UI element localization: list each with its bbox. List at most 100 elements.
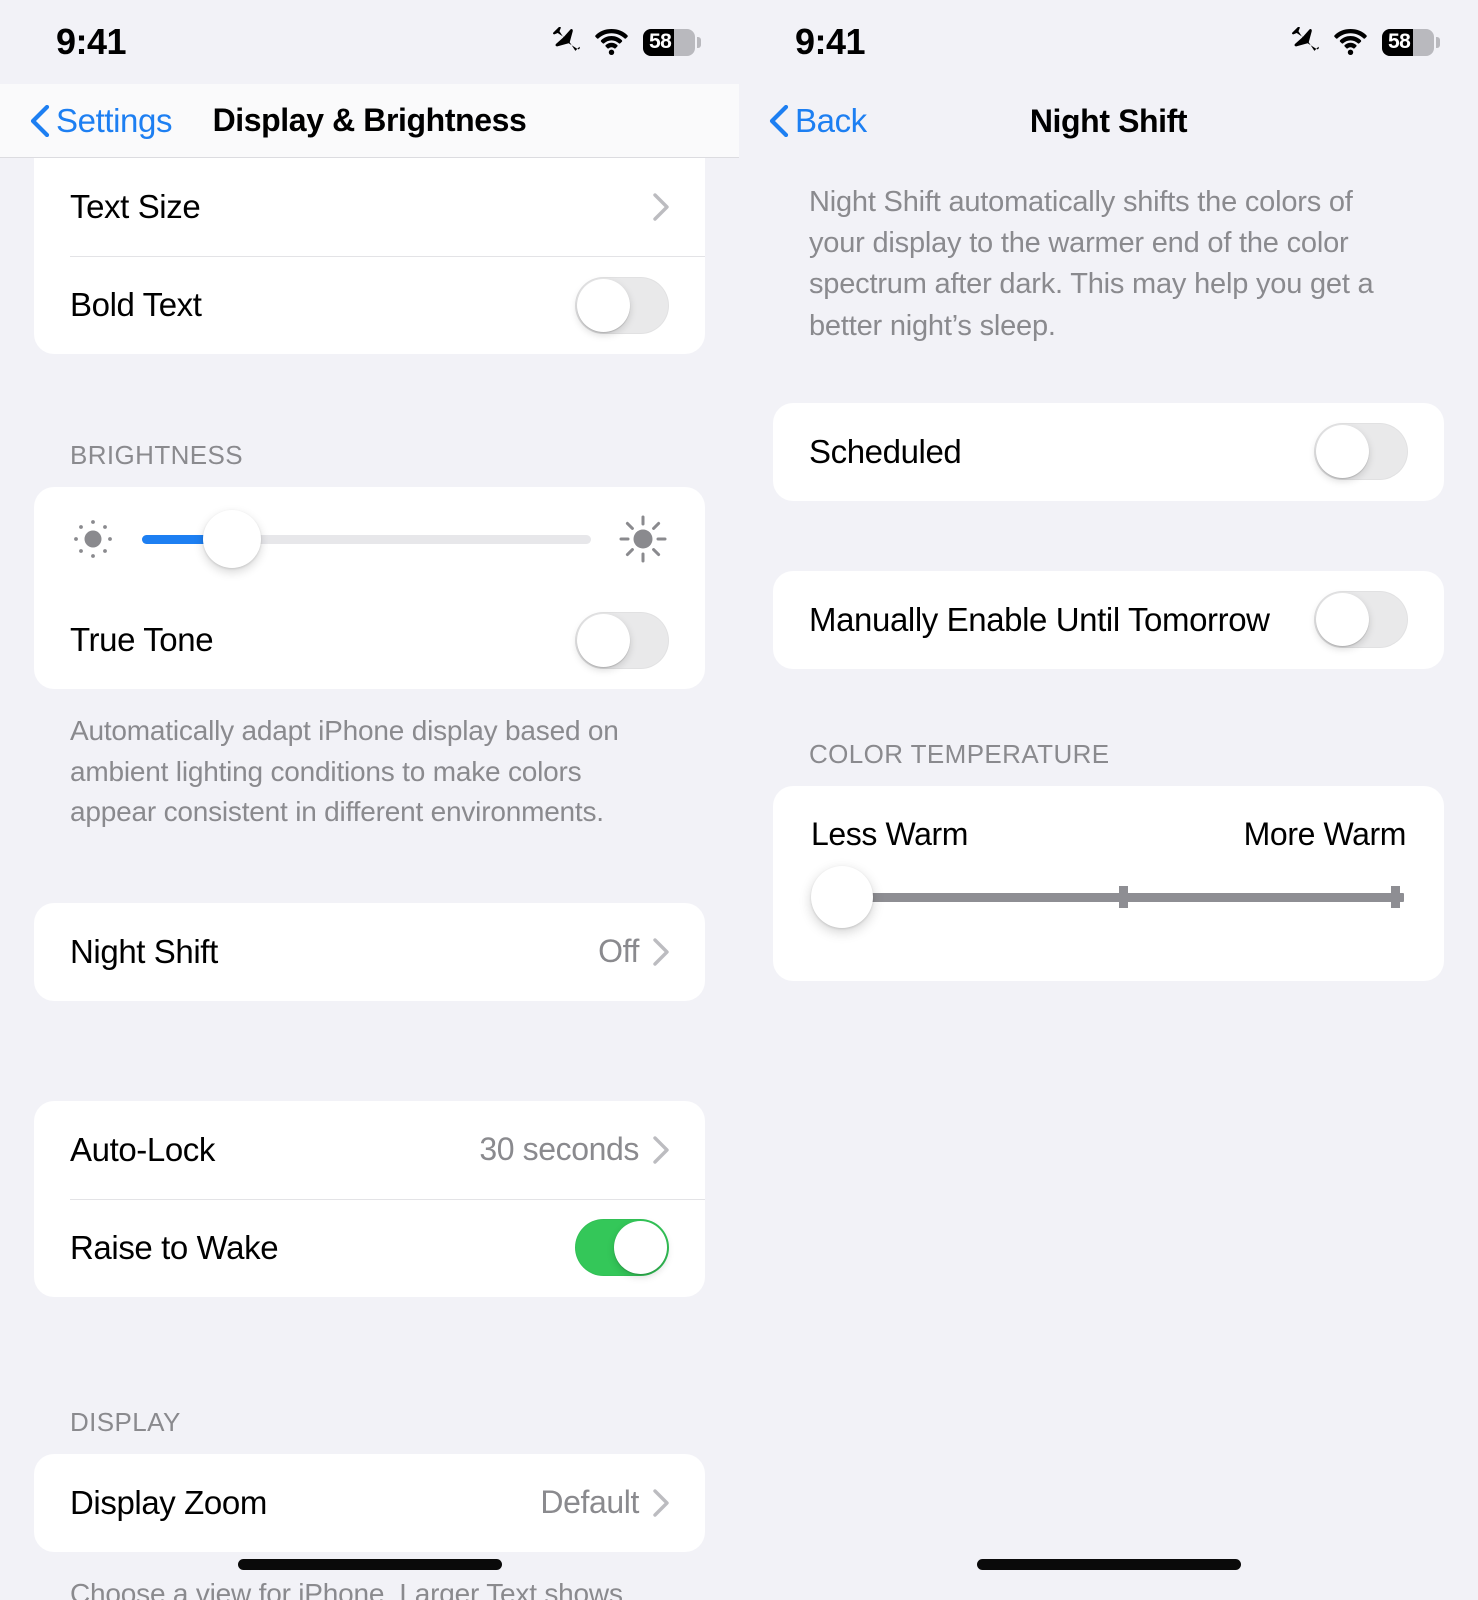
toggle-knob [1316,593,1369,647]
night-shift-value: Off [598,933,639,970]
sun-large-icon [619,515,667,563]
scheduled-card-highlight: Scheduled [773,402,1444,501]
battery-icon: 58 [1382,28,1440,56]
back-button[interactable]: Back [769,102,867,140]
status-bar-icons: 58 [548,27,701,57]
scheduled-label: Scheduled [809,432,962,470]
text-size-accessory [653,193,669,221]
color-temperature-labels: Less Warm More Warm [807,816,1410,853]
airplane-mode-icon [553,27,580,51]
row-bold-text[interactable]: Bold Text [34,256,705,354]
status-bar-icons: 58 [1287,27,1440,57]
manually-enable-toggle[interactable] [1314,591,1408,649]
toggle-knob [1316,425,1369,479]
toggle-knob [577,613,630,667]
slider-tick-mid [1118,886,1128,909]
night-shift-description: Night Shift automatically shifts the col… [809,186,1374,342]
airplane-mode-icon [1292,27,1319,51]
night-shift-screen: 9:41 58 Back Night Shift Night Shift aut… [739,0,1478,1600]
color-temperature-track [841,886,1404,909]
scheduled-toggle[interactable] [1314,423,1408,481]
status-bar-clock: 9:41 [56,21,127,62]
night-shift-content: Night Shift automatically shifts the col… [739,158,1478,981]
chevron-left-icon [769,105,789,137]
display-zoom-accessory: Default [540,1484,669,1521]
chevron-right-icon [653,193,669,221]
wifi-icon [1334,29,1367,55]
less-warm-label: Less Warm [811,815,969,852]
row-display-zoom[interactable]: Display Zoom Default [34,1454,705,1552]
bold-text-toggle[interactable] [575,276,669,334]
display-brightness-screen: 9:41 58 Settings Display & Brightness Te… [0,0,739,1600]
row-night-shift[interactable]: Night Shift Off [34,903,705,1001]
display-zoom-value: Default [540,1484,639,1521]
sun-small-icon [74,520,112,558]
true-tone-footer-text: Automatically adapt iPhone display based… [70,715,619,828]
back-button-settings[interactable]: Settings [30,102,172,140]
display-section-header: DISPLAY [70,1406,181,1437]
brightness-slider[interactable] [142,510,591,568]
slider-tick-end [1391,886,1400,909]
color-temperature-slider[interactable] [807,865,1410,928]
true-tone-label: True Tone [70,621,214,658]
true-tone-toggle[interactable] [575,611,669,669]
status-bar-clock: 9:41 [795,21,866,62]
raise-to-wake-toggle[interactable] [575,1219,669,1277]
raise-to-wake-label: Raise to Wake [70,1228,279,1266]
row-true-tone[interactable]: True Tone [34,591,705,689]
color-temperature-section-header: COLOR TEMPERATURE [809,738,1110,769]
row-text-size[interactable]: Text Size [34,158,705,256]
settings-scroll-content: Text Size Bold Text BRIGHTNESS True Tone… [0,158,739,1600]
brightness-section-header: BRIGHTNESS [70,440,244,470]
chevron-right-icon [653,1489,669,1517]
night-shift-card-highlight: Night Shift Off [34,902,705,1001]
more-warm-label: More Warm [1243,815,1407,852]
chevron-right-icon [653,1136,669,1164]
toggle-knob [614,1221,667,1275]
status-bar: 9:41 58 [0,0,739,84]
battery-percent-label: 58 [1388,30,1411,53]
battery-percent-label: 58 [649,30,672,53]
color-temperature-control: Less Warm More Warm [773,786,1444,981]
night-shift-accessory: Off [598,933,669,970]
auto-lock-value: 30 seconds [479,1131,639,1168]
dual-screenshot-container: 9:41 58 Settings Display & Brightness Te… [0,0,1478,1600]
text-settings-card: Text Size Bold Text [34,158,705,354]
wifi-icon [595,29,628,55]
brightness-slider-knob[interactable] [202,510,261,568]
manually-enable-label: Manually Enable Until Tomorrow [809,600,1270,638]
row-auto-lock[interactable]: Auto-Lock 30 seconds [34,1101,705,1199]
row-brightness-slider [34,487,705,591]
display-zoom-label: Display Zoom [70,1483,267,1521]
row-scheduled[interactable]: Scheduled [773,403,1444,501]
toggle-knob [577,278,630,332]
status-bar: 9:41 58 [739,0,1478,84]
bold-text-label: Bold Text [70,286,202,323]
navigation-bar: Settings Display & Brightness [0,84,739,158]
row-raise-to-wake[interactable]: Raise to Wake [34,1198,705,1297]
lock-settings-card: Auto-Lock 30 seconds Raise to Wake [34,1100,705,1297]
auto-lock-label: Auto-Lock [70,1130,215,1168]
manual-enable-card-highlight: Manually Enable Until Tomorrow [773,570,1444,669]
display-zoom-card: Display Zoom Default [34,1453,705,1552]
back-button-label: Back [795,102,867,139]
color-temperature-knob[interactable] [811,865,873,928]
chevron-left-icon [30,104,50,137]
navigation-bar: Back Night Shift [739,84,1478,158]
chevron-right-icon [653,938,669,966]
home-indicator[interactable] [237,1559,502,1570]
night-shift-label: Night Shift [70,932,218,970]
home-indicator[interactable] [976,1559,1241,1570]
row-manually-enable[interactable]: Manually Enable Until Tomorrow [773,571,1444,669]
color-temperature-card: Less Warm More Warm [773,785,1444,981]
text-size-label: Text Size [70,188,201,225]
brightness-card: True Tone [34,487,705,689]
